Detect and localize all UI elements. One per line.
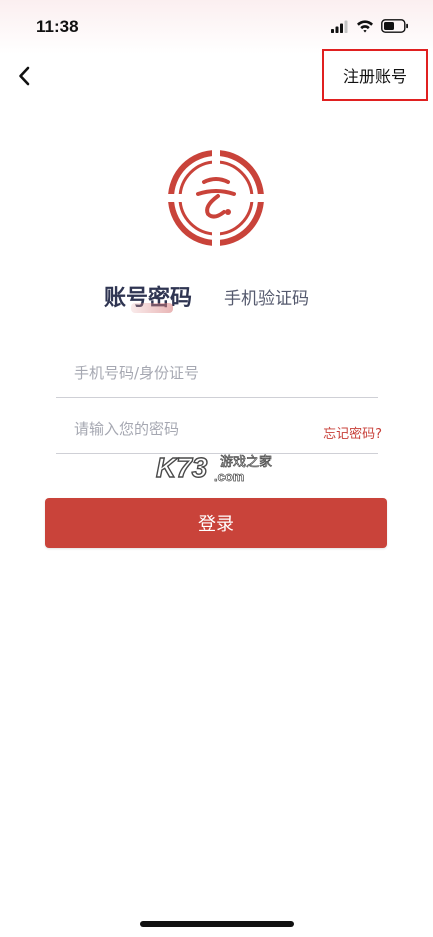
login-button[interactable]: 登录 bbox=[45, 498, 387, 548]
active-tab-indicator bbox=[131, 303, 173, 313]
register-account-link[interactable]: 注册账号 bbox=[322, 49, 428, 101]
status-icons bbox=[331, 19, 408, 33]
watermark-text: 游戏之家 bbox=[220, 454, 272, 470]
phone-id-field bbox=[56, 353, 378, 398]
back-button[interactable] bbox=[10, 60, 42, 92]
register-account-label: 注册账号 bbox=[342, 67, 407, 86]
home-indicator bbox=[140, 921, 294, 927]
status-bar: 11:38 bbox=[0, 0, 433, 54]
status-time: 11:38 bbox=[36, 17, 79, 36]
brand-logo-icon bbox=[168, 150, 264, 246]
phone-id-input[interactable] bbox=[72, 363, 306, 383]
forgot-password-link[interactable]: 忘记密码? bbox=[323, 423, 382, 442]
watermark-brand: K73 bbox=[156, 452, 208, 483]
k73-watermark: K73 游戏之家 .com bbox=[155, 451, 272, 484]
signal-icon bbox=[331, 20, 348, 33]
password-field: 忘记密码? bbox=[56, 409, 382, 454]
chevron-left-icon bbox=[19, 66, 30, 86]
watermark-domain: .com bbox=[214, 469, 244, 484]
wifi-icon bbox=[357, 20, 373, 33]
password-input[interactable] bbox=[72, 419, 306, 439]
battery-icon bbox=[381, 19, 408, 33]
tab-sms-code[interactable]: 手机验证码 bbox=[224, 284, 309, 309]
